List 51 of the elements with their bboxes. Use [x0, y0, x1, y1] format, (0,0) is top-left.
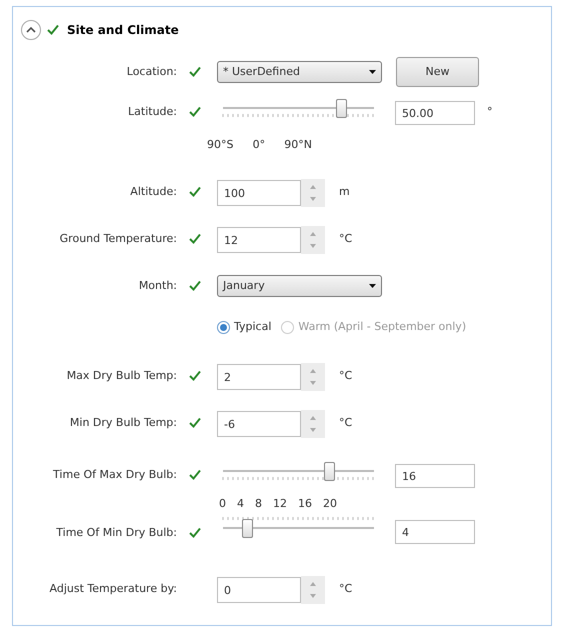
spinner-arrows-icon[interactable] [301, 363, 325, 391]
chevron-up-icon [26, 27, 36, 33]
dropdown-arrow-icon [369, 70, 376, 74]
field-label: Min Dry Bulb Temp: [70, 414, 177, 431]
unit-label: m [339, 184, 350, 200]
unit-label: ° [487, 104, 492, 120]
scale-label: 0 [219, 496, 226, 512]
dropdown[interactable]: * UserDefined [217, 61, 382, 83]
field-label: Location: [126, 64, 177, 80]
number-field[interactable]: 100 [217, 180, 301, 206]
number-field[interactable]: 2 [217, 364, 301, 390]
value-field[interactable]: 4 [395, 520, 475, 544]
spinner-arrows-icon[interactable] [301, 576, 325, 604]
unit-label: °C [339, 368, 352, 384]
field-label: Max Dry Bulb Temp: [66, 368, 177, 384]
number-field[interactable]: 0 [217, 577, 301, 603]
collapse-button[interactable] [21, 20, 41, 40]
radio-option[interactable]: Typical [217, 319, 272, 336]
dropdown[interactable]: January [217, 275, 382, 297]
field-label: Time Of Max Dry Bulb: [53, 466, 177, 483]
section-title: Site and Climate [67, 22, 179, 39]
scale-label: 0° [252, 137, 266, 153]
field-label: Month: [138, 278, 177, 294]
slider-thumb[interactable] [324, 462, 335, 481]
slider[interactable] [221, 516, 376, 540]
field-label: Altitude: [130, 184, 177, 200]
dropdown-arrow-icon [369, 284, 376, 288]
field-label: Adjust Temperature by: [50, 580, 177, 597]
scale-label: 4 [237, 496, 244, 512]
scale-label: 90°N [284, 137, 312, 153]
unit-label: °C [339, 580, 352, 597]
unit-label: °C [339, 414, 352, 431]
number-field[interactable]: -6 [217, 411, 301, 437]
spinner-arrows-icon[interactable] [301, 179, 325, 207]
spinner-arrows-icon[interactable] [301, 226, 325, 254]
spinner-arrows-icon[interactable] [301, 410, 325, 438]
slider-thumb[interactable] [336, 99, 348, 118]
scale-label: 90°S [207, 137, 234, 153]
scale-label: 12 [273, 496, 287, 512]
value-field[interactable]: 16 [395, 464, 475, 488]
scale-label: 16 [298, 496, 312, 512]
field-label: Time Of Min Dry Bulb: [56, 524, 177, 541]
scale-label: 8 [255, 496, 262, 512]
slider-thumb[interactable] [242, 519, 253, 538]
field-label: Ground Temperature: [60, 230, 177, 247]
new-button[interactable]: New [396, 57, 479, 87]
number-field[interactable]: 12 [217, 227, 301, 253]
field-label: Latitude: [128, 104, 177, 120]
value-field[interactable]: 50.00 [395, 101, 475, 125]
scale-label: 20 [323, 496, 337, 512]
unit-label: °C [339, 230, 352, 247]
